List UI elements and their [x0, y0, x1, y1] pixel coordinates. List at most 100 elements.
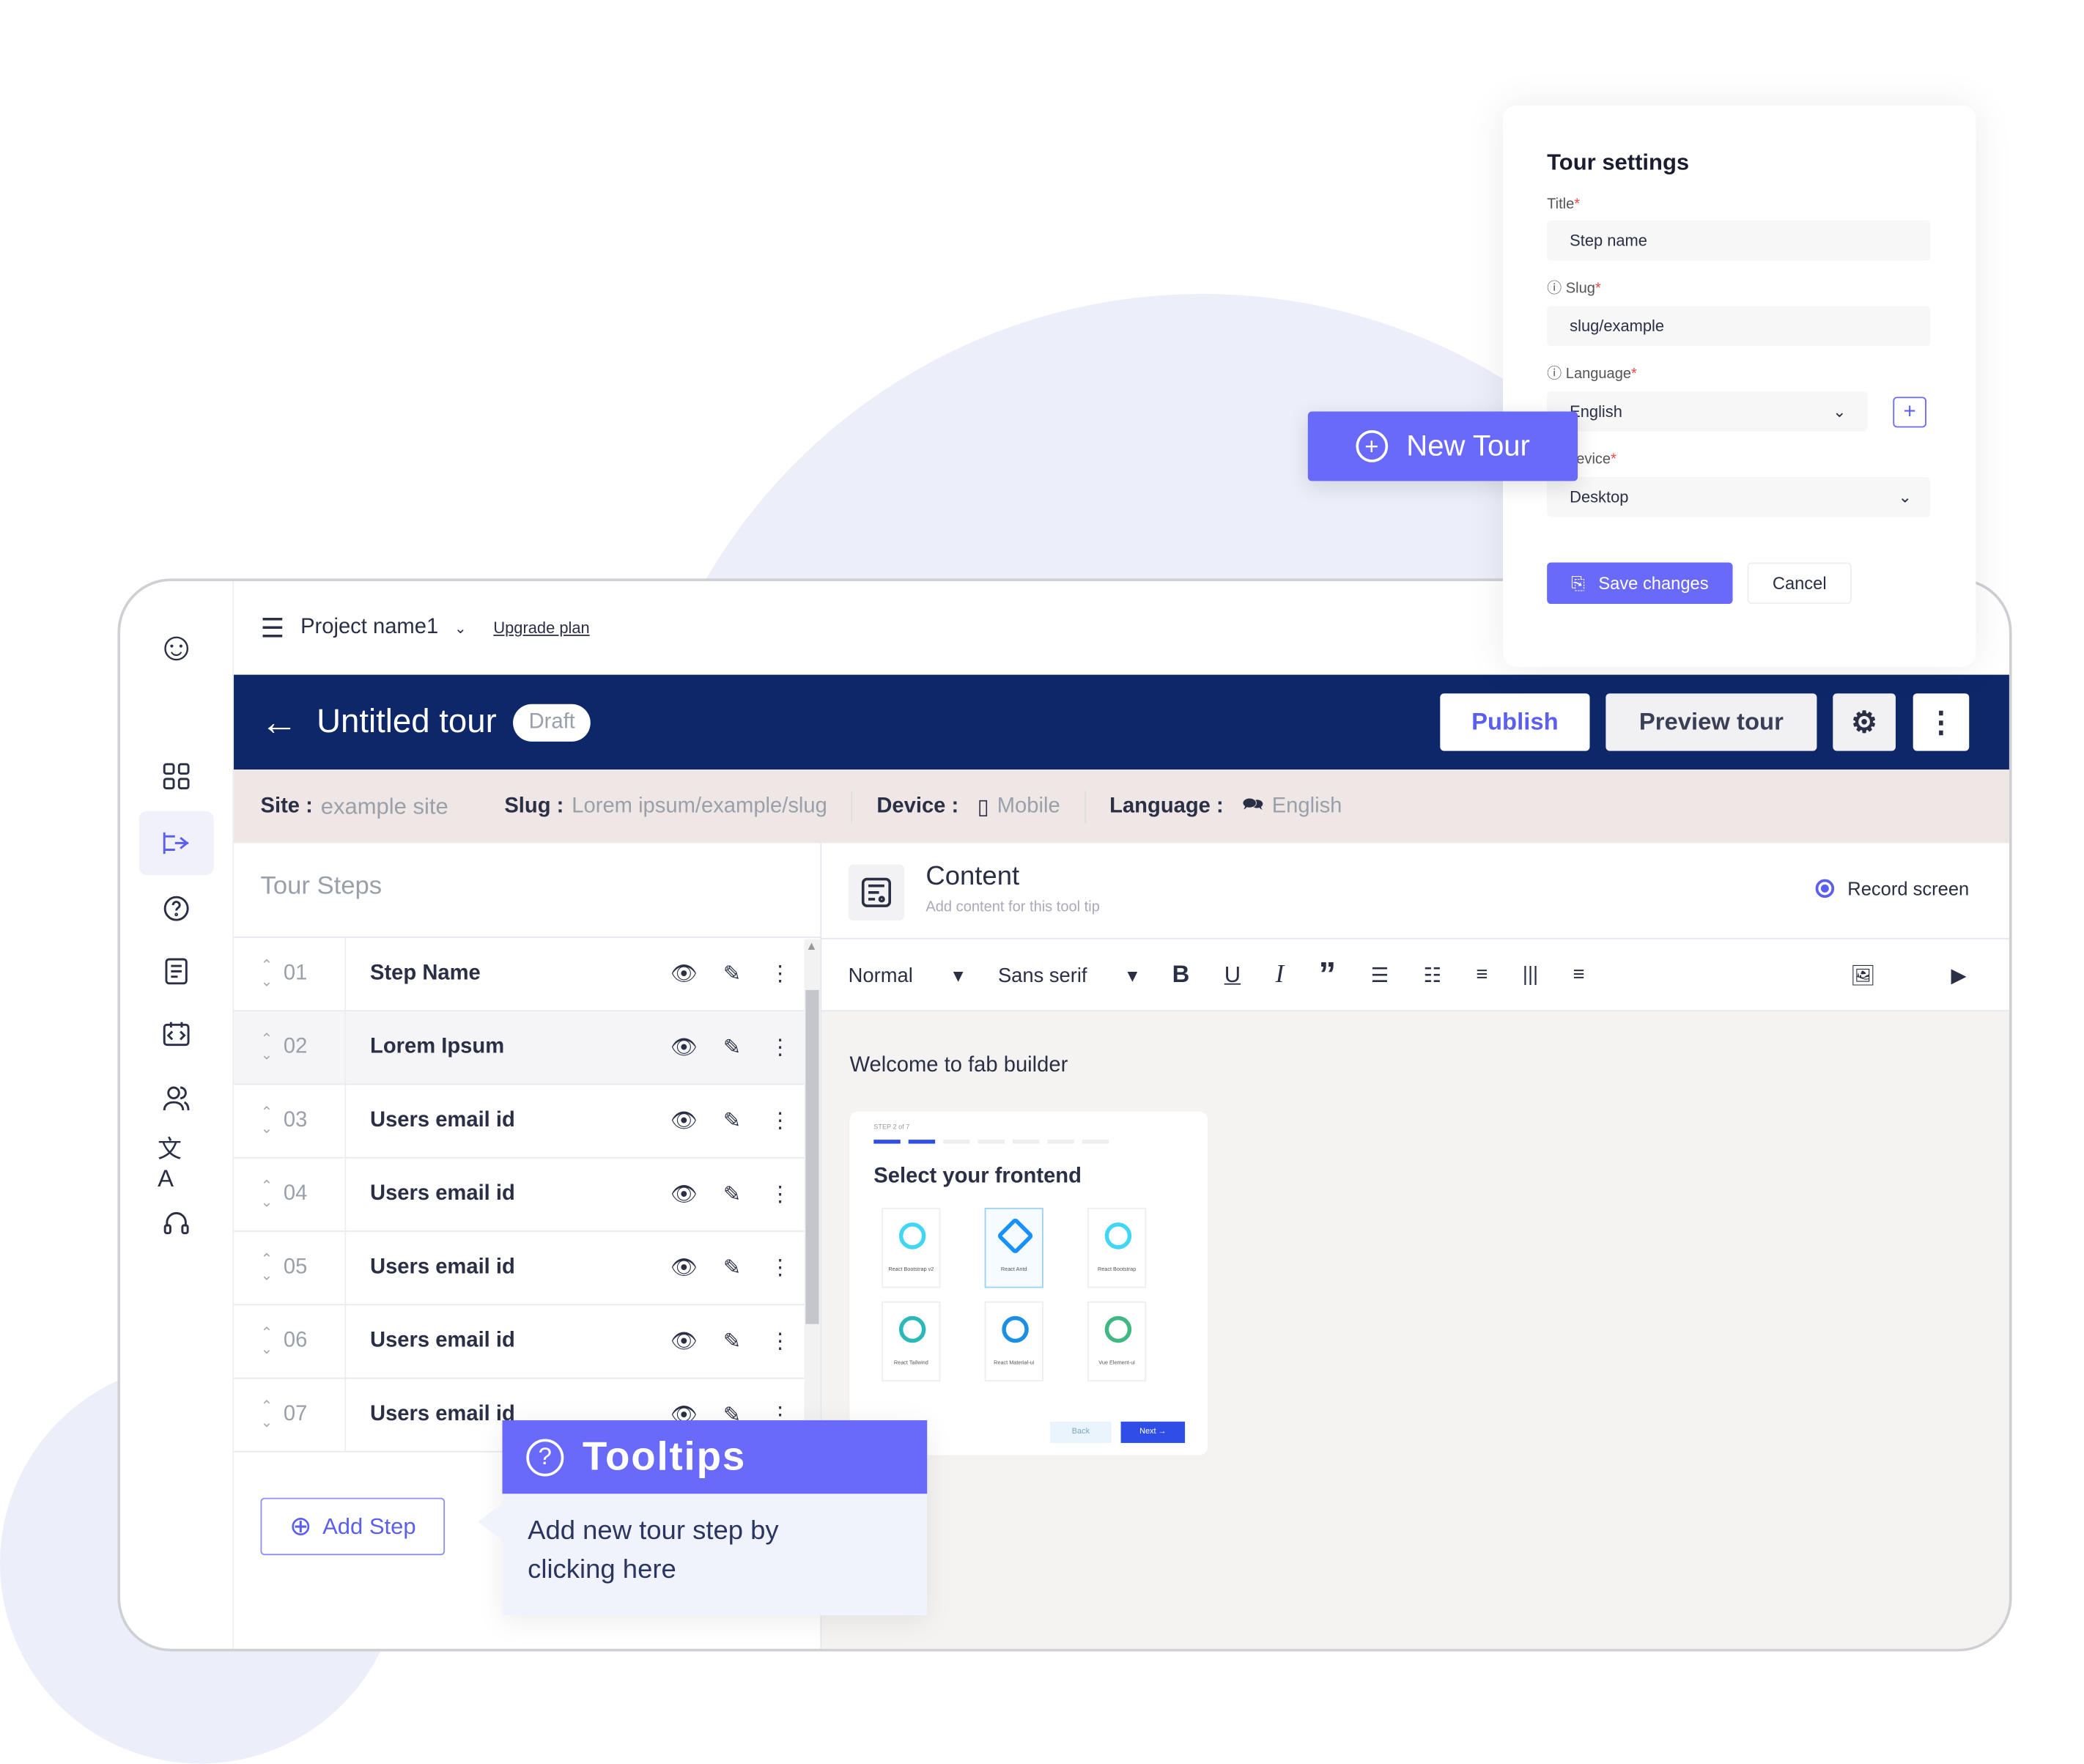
site-value: example site [320, 793, 448, 819]
more-options-icon[interactable]: ⋮ [756, 1255, 805, 1281]
tooltip-title: Tooltips [582, 1434, 747, 1479]
align-icon[interactable]: ≡ [1573, 963, 1585, 986]
users-icon[interactable] [158, 1080, 195, 1117]
option-label: React Antd [1000, 1265, 1027, 1272]
back-arrow-icon[interactable]: ← [261, 701, 298, 743]
status-badge: Draft [512, 703, 591, 741]
eye-icon[interactable]: 👁 [660, 961, 709, 987]
menu-toggle-icon[interactable]: ☰ [261, 611, 285, 645]
edit-icon[interactable]: ✎ [708, 1181, 756, 1208]
support-icon[interactable] [158, 1205, 195, 1242]
framework-logo-icon [1099, 1217, 1137, 1255]
new-tour-button[interactable]: + New Tour [1307, 411, 1578, 481]
plus-circle-icon: + [1355, 430, 1388, 462]
step-row[interactable]: ⌃ ⌄ 01 Step Name 👁 ✎ ⋮ [234, 937, 805, 1012]
preview-card: STEP 2 of 7 Select your frontend React B… [849, 1111, 1208, 1455]
reorder-chevrons-icon[interactable]: ⌃ ⌄ [261, 1399, 273, 1431]
save-icon: ⎘ [1571, 572, 1586, 593]
eye-icon[interactable]: 👁 [660, 1255, 709, 1281]
edit-icon[interactable]: ✎ [708, 1107, 756, 1134]
frontend-option: React Antd [984, 1208, 1043, 1288]
content-title: Content [925, 861, 1020, 892]
editor-body[interactable]: Welcome to fab builder STEP 2 of 7 Selec… [821, 1011, 2009, 1649]
add-step-button[interactable]: ⊕ Add Step [260, 1497, 446, 1556]
dashboard-grid-icon[interactable] [158, 758, 195, 795]
eye-icon[interactable]: 👁 [660, 1107, 709, 1134]
step-order: ⌃ ⌄ 06 [234, 1305, 347, 1378]
more-options-icon[interactable]: ⋮ [756, 1107, 805, 1134]
underline-icon[interactable]: U [1224, 962, 1241, 988]
tour-header: ← Untitled tour Draft Publish Preview to… [234, 674, 2009, 770]
chevron-down-icon[interactable]: ⌄ [454, 619, 467, 637]
reorder-chevrons-icon[interactable]: ⌃ ⌄ [261, 1105, 273, 1137]
language-select[interactable]: English ⌄ [1547, 391, 1868, 432]
frontend-option: Vue Element-ui [1087, 1301, 1147, 1382]
reorder-chevrons-icon[interactable]: ⌃ ⌄ [261, 1031, 273, 1063]
option-label: React Tailwind [893, 1359, 928, 1366]
code-icon[interactable] [158, 1016, 195, 1053]
help-icon[interactable] [158, 890, 195, 927]
document-icon[interactable] [158, 953, 195, 990]
more-options-icon[interactable]: ⋮ [756, 961, 805, 987]
tour-title: Untitled tour [317, 702, 497, 740]
add-language-button[interactable]: + [1893, 396, 1926, 427]
cancel-button[interactable]: Cancel [1747, 562, 1852, 605]
more-options-icon[interactable]: ⋮ [756, 1328, 805, 1354]
bullet-list-icon[interactable]: ☰ [1371, 963, 1389, 986]
eye-icon[interactable]: 👁 [660, 1034, 709, 1060]
scrollbar[interactable]: ▲ [804, 939, 821, 1454]
more-options-icon[interactable]: ⋮ [756, 1034, 805, 1060]
preview-step: STEP 2 of 7 [873, 1123, 910, 1132]
quote-icon[interactable]: ” [1319, 954, 1337, 996]
chevron-down-icon: ⌄ [1898, 487, 1912, 506]
upgrade-plan-link[interactable]: Upgrade plan [493, 619, 589, 638]
slug-input[interactable]: slug/example [1547, 306, 1931, 347]
title-label: Title [1547, 196, 1575, 213]
framework-logo-icon [996, 1310, 1035, 1348]
italic-icon[interactable]: I [1276, 960, 1285, 989]
indent-icon[interactable]: ≡ [1476, 963, 1488, 986]
settings-gear-icon[interactable]: ⚙ [1833, 693, 1896, 751]
image-icon[interactable]: 🖼 [1850, 963, 1876, 986]
step-row[interactable]: ⌃ ⌄ 02 Lorem Ipsum 👁 ✎ ⋮ [234, 1011, 805, 1085]
tour-steps-title: Tour Steps [260, 872, 383, 901]
editor-toolbar: Normal ▾ Sans serif ▾ B U I ” ☰ ☷ ≡ ||| … [821, 937, 2009, 1012]
edit-icon[interactable]: ✎ [708, 1255, 756, 1281]
save-changes-button[interactable]: ⎘ Save changes [1547, 562, 1733, 605]
ordered-list-icon[interactable]: ☷ [1424, 963, 1442, 986]
record-screen-toggle[interactable]: Record screen [1815, 878, 1969, 899]
help-icon: ? [526, 1438, 564, 1476]
reorder-chevrons-icon[interactable]: ⌃ ⌄ [261, 1252, 273, 1284]
bold-icon[interactable]: B [1172, 961, 1190, 989]
translate-icon[interactable]: 文A [158, 1135, 195, 1192]
edit-icon[interactable]: ✎ [708, 961, 756, 987]
tours-flow-icon[interactable] [138, 811, 214, 876]
step-row[interactable]: ⌃ ⌄ 03 Users email id 👁 ✎ ⋮ [234, 1085, 805, 1159]
step-row[interactable]: ⌃ ⌄ 04 Users email id 👁 ✎ ⋮ [234, 1158, 805, 1232]
step-number: 06 [283, 1329, 308, 1352]
more-options-icon[interactable]: ⋮ [756, 1181, 805, 1208]
title-input[interactable]: Step name [1547, 220, 1931, 261]
columns-icon[interactable]: ||| [1523, 963, 1538, 986]
font-select[interactable]: Sans serif ▾ [998, 963, 1137, 986]
device-select[interactable]: Desktop ⌄ [1547, 476, 1931, 517]
video-icon[interactable]: ▶ [1951, 963, 1967, 986]
content-subtitle: Add content for this tool tip [925, 898, 1100, 915]
more-options-icon[interactable]: ⋮ [1913, 693, 1970, 751]
edit-icon[interactable]: ✎ [708, 1328, 756, 1354]
eye-icon[interactable]: 👁 [660, 1328, 709, 1354]
project-name[interactable]: Project name1 [300, 616, 438, 640]
preview-tour-button[interactable]: Preview tour [1606, 693, 1817, 751]
welcome-text: Welcome to fab builder [849, 1054, 1068, 1077]
publish-button[interactable]: Publish [1440, 693, 1590, 751]
format-select[interactable]: Normal ▾ [849, 963, 964, 986]
step-row[interactable]: ⌃ ⌄ 06 Users email id 👁 ✎ ⋮ [234, 1305, 805, 1379]
eye-icon[interactable]: 👁 [660, 1181, 709, 1208]
reorder-chevrons-icon[interactable]: ⌃ ⌄ [261, 1178, 273, 1211]
reorder-chevrons-icon[interactable]: ⌃ ⌄ [261, 1326, 273, 1358]
step-name: Users email id [369, 1182, 515, 1206]
reorder-chevrons-icon[interactable]: ⌃ ⌄ [261, 958, 273, 990]
edit-icon[interactable]: ✎ [708, 1034, 756, 1060]
step-row[interactable]: ⌃ ⌄ 05 Users email id 👁 ✎ ⋮ [234, 1231, 805, 1306]
app-window: ☺ 文A ☰ Project name1 ⌄ Upgrade plan ← Un… [117, 578, 2012, 1652]
